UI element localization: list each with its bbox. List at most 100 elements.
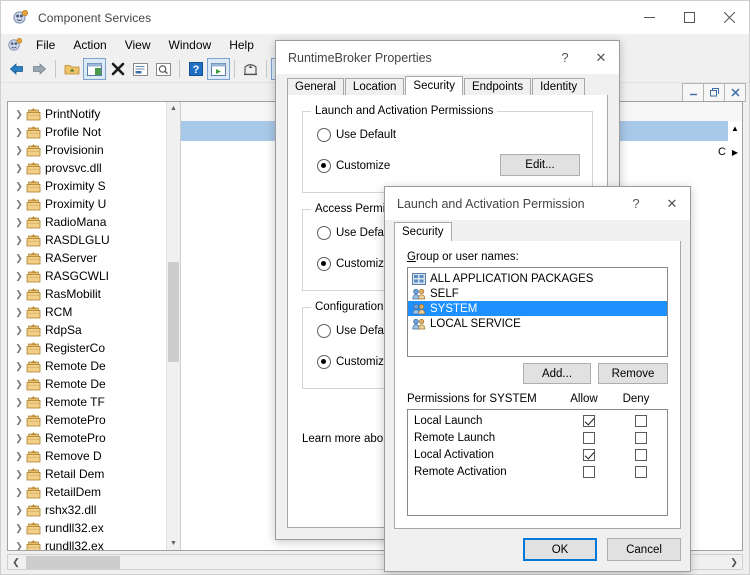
menu-help[interactable]: Help [220, 36, 263, 54]
chevron-right-icon[interactable]: ❯ [12, 181, 26, 192]
tree-item[interactable]: ❯ RadioMana [8, 213, 166, 231]
permissions-listbox[interactable]: Local Launch Remote Launch Local Activat… [407, 409, 668, 516]
chevron-right-icon[interactable]: ❯ [12, 433, 26, 444]
chevron-right-icon[interactable]: ❯ [12, 127, 26, 138]
tree-item[interactable]: ❯ rundll32.ex [8, 519, 166, 537]
tree-item[interactable]: ❯ RegisterCo [8, 339, 166, 357]
chevron-right-icon[interactable]: ❯ [12, 307, 26, 318]
chevron-right-icon[interactable]: ❯ [12, 325, 26, 336]
chevron-right-icon[interactable]: ❯ [12, 469, 26, 480]
remove-button[interactable]: Remove [598, 363, 668, 384]
tree-item[interactable]: ❯ RasMobilit [8, 285, 166, 303]
menu-window[interactable]: Window [160, 36, 221, 54]
menu-file[interactable]: File [27, 36, 64, 54]
chevron-right-icon[interactable]: ❯ [12, 253, 26, 264]
tree-item[interactable]: ❯ Remote De [8, 375, 166, 393]
tree-vertical-scrollbar[interactable]: ▲ ▼ [166, 102, 180, 550]
chevron-right-icon[interactable]: ❯ [12, 217, 26, 228]
tree-item[interactable]: ❯ rundll32.ex [8, 537, 166, 550]
permission-close-icon[interactable]: ✕ [654, 187, 690, 220]
mdi-minimize-icon[interactable] [682, 83, 704, 102]
permission-help-icon[interactable]: ? [618, 187, 654, 220]
hscroll-left-icon[interactable]: ❮ [8, 557, 24, 568]
hscroll-right-icon[interactable]: ❯ [726, 557, 742, 568]
launch-use-default-radio[interactable]: Use Default [317, 128, 396, 142]
chevron-right-icon[interactable]: ❯ [12, 451, 26, 462]
tree-item[interactable]: ❯ Profile Not [8, 123, 166, 141]
refresh-icon[interactable] [152, 58, 175, 80]
deny-checkbox[interactable] [635, 431, 648, 444]
tree-item[interactable]: ❯ RAServer [8, 249, 166, 267]
chevron-right-icon[interactable]: ❯ [12, 361, 26, 372]
chevron-right-icon[interactable]: ❯ [12, 199, 26, 210]
chevron-right-icon[interactable]: ❯ [12, 271, 26, 282]
deny-checkbox[interactable] [635, 448, 648, 461]
list-item-selected[interactable]: SYSTEM [408, 301, 667, 316]
config-customize-radio[interactable]: Customize [317, 355, 390, 369]
access-customize-radio[interactable]: Customize [317, 257, 390, 271]
permission-row[interactable]: Remote Activation [408, 463, 667, 480]
permission-row[interactable]: Local Activation [408, 446, 667, 463]
deny-checkbox-cell[interactable] [615, 414, 667, 427]
tree-item[interactable]: ❯ provsvc.dll [8, 159, 166, 177]
launch-customize-radio[interactable]: Customize [317, 159, 390, 173]
up-folder-icon[interactable] [60, 58, 83, 80]
hscroll-thumb[interactable] [26, 555, 120, 569]
chevron-right-icon[interactable]: ❯ [12, 109, 26, 120]
ok-button[interactable]: OK [523, 538, 597, 561]
chevron-right-icon[interactable]: ❯ [12, 523, 26, 534]
allow-checkbox[interactable] [583, 448, 596, 461]
show-console-tree-icon[interactable] [83, 58, 106, 80]
chevron-right-icon[interactable]: ❯ [12, 487, 26, 498]
back-icon[interactable] [5, 58, 28, 80]
allow-checkbox-cell[interactable] [563, 431, 615, 444]
chevron-right-icon[interactable]: ❯ [12, 289, 26, 300]
tree-item[interactable]: ❯ RdpSa [8, 321, 166, 339]
tree-item[interactable]: ❯ RASGCWLI [8, 267, 166, 285]
tree-item[interactable]: ❯ RASDLGLU [8, 231, 166, 249]
tree-item[interactable]: ❯ RCM [8, 303, 166, 321]
mdi-restore-icon[interactable] [703, 83, 725, 102]
allow-checkbox[interactable] [583, 431, 596, 444]
tree-item[interactable]: ❯ PrintNotify [8, 105, 166, 123]
deny-checkbox[interactable] [635, 414, 648, 427]
tree-scroll-thumb[interactable] [168, 262, 179, 362]
tab-general[interactable]: General [287, 78, 344, 95]
tab-location[interactable]: Location [344, 78, 405, 95]
tab-security[interactable]: Security [405, 76, 463, 96]
cancel-button[interactable]: Cancel [607, 538, 681, 561]
forward-icon[interactable] [28, 58, 51, 80]
chevron-right-icon[interactable]: ❯ [12, 343, 26, 354]
tab-identity[interactable]: Identity [532, 78, 586, 95]
mdi-close-icon[interactable] [724, 83, 746, 102]
permission-row[interactable]: Local Launch [408, 412, 667, 429]
tree-item[interactable]: ❯ RemotePro [8, 411, 166, 429]
minimize-icon[interactable] [629, 1, 669, 34]
tree-item[interactable]: ❯ Provisionin [8, 141, 166, 159]
tree-item[interactable]: ❯ Proximity S [8, 177, 166, 195]
chevron-right-icon[interactable]: ❯ [12, 163, 26, 174]
tree-item[interactable]: ❯ Retail Dem [8, 465, 166, 483]
tree-item[interactable]: ❯ RemotePro [8, 429, 166, 447]
tree-item[interactable]: ❯ RetailDem [8, 483, 166, 501]
tree-scroll-down-icon[interactable]: ▼ [167, 537, 180, 550]
deny-checkbox-cell[interactable] [615, 465, 667, 478]
deny-checkbox[interactable] [635, 465, 648, 478]
chevron-right-icon[interactable]: ❯ [12, 505, 26, 516]
delete-icon[interactable] [106, 58, 129, 80]
tree-item[interactable]: ❯ Remote De [8, 357, 166, 375]
list-item[interactable]: SELF [408, 286, 667, 301]
export-icon[interactable] [239, 58, 262, 80]
details-scroll-right-icon[interactable]: ▶ [728, 145, 742, 159]
chevron-right-icon[interactable]: ❯ [12, 379, 26, 390]
permission-row[interactable]: Remote Launch [408, 429, 667, 446]
chevron-right-icon[interactable]: ❯ [12, 415, 26, 426]
chevron-right-icon[interactable]: ❯ [12, 145, 26, 156]
launch-edit-button[interactable]: Edit... [500, 154, 580, 176]
menu-view[interactable]: View [116, 36, 160, 54]
details-scroll-up-icon[interactable]: ▲ [728, 121, 742, 135]
allow-checkbox-cell[interactable] [563, 465, 615, 478]
menu-action[interactable]: Action [64, 36, 115, 54]
close-icon[interactable] [709, 1, 749, 34]
tree-item[interactable]: ❯ Remote TF [8, 393, 166, 411]
